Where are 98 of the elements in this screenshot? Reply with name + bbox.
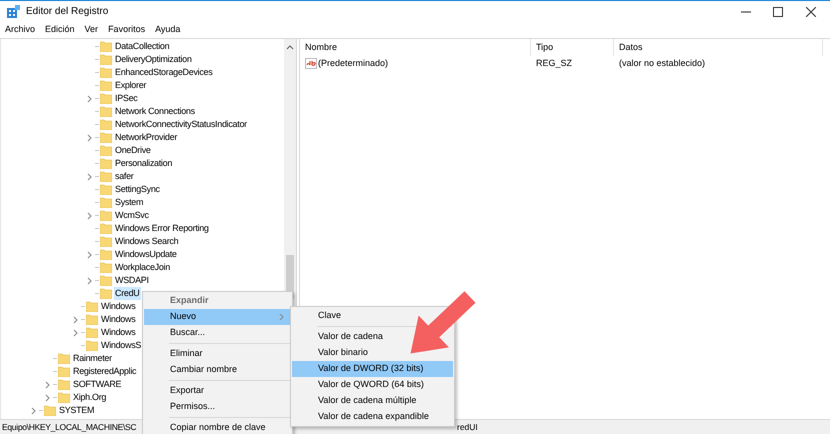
chevron-icon[interactable] — [87, 172, 93, 180]
tree-item[interactable]: Xiph.Org — [72, 391, 108, 404]
tree-item[interactable]: Windows — [100, 300, 136, 313]
tree-item[interactable]: SOFTWARE — [72, 378, 122, 391]
status-path: Equipo\HKEY_LOCAL_MACHINE\SC — [2, 420, 136, 434]
folder-icon — [86, 314, 98, 325]
menu-item[interactable]: Cambiar nombre — [144, 362, 291, 378]
tree-item[interactable]: Windows — [100, 326, 136, 339]
chevron-icon[interactable] — [87, 212, 93, 220]
menu-item[interactable]: Valor de cadena múltiple — [292, 393, 453, 409]
folder-icon — [44, 405, 56, 416]
folder-icon — [86, 327, 98, 338]
tree-item[interactable]: DeliveryOptimization — [114, 53, 193, 66]
tree-item[interactable]: Windows Error Reporting — [114, 222, 210, 235]
folder-icon — [58, 366, 70, 377]
column-header[interactable]: Nombre — [300, 39, 531, 56]
folder-icon — [100, 145, 112, 156]
close-icon — [806, 6, 816, 16]
folder-icon — [86, 301, 98, 312]
folder-icon — [100, 249, 112, 260]
menu-item[interactable]: Valor de QWORD (64 bits) — [292, 377, 453, 393]
tree-item[interactable]: WindowsS — [100, 339, 142, 352]
folder-icon — [100, 236, 112, 247]
tree-item[interactable]: Explorer — [114, 79, 148, 92]
menu-item[interactable]: Copiar nombre de clave — [144, 420, 291, 434]
folder-icon — [100, 54, 112, 65]
tree-item[interactable]: IPSec — [114, 92, 139, 105]
menu-item[interactable]: Permisos... — [144, 399, 291, 415]
table-cell: (valor no establecido) — [619, 58, 706, 68]
menu-bar-item[interactable]: Favoritos — [106, 23, 148, 37]
tree-item[interactable]: WSDAPI — [114, 274, 150, 287]
column-header[interactable]: Datos — [614, 39, 823, 56]
folder-icon — [100, 158, 112, 169]
tree-item[interactable]: EnhancedStorageDevices — [114, 66, 214, 79]
tree-item[interactable]: System — [114, 196, 144, 209]
menu-item[interactable]: Valor de cadena — [292, 329, 453, 345]
folder-icon — [100, 106, 112, 117]
menu-item[interactable]: Valor de cadena expandible — [292, 409, 453, 425]
string-value-icon — [305, 58, 317, 69]
tree-item[interactable]: WorkplaceJoin — [114, 261, 171, 274]
tree-item[interactable]: Network Connections — [114, 105, 196, 118]
menu-item[interactable]: Nuevo — [144, 309, 291, 325]
folder-icon — [100, 171, 112, 182]
menu-item[interactable]: Eliminar — [144, 346, 291, 362]
tree-item[interactable]: SettingSync — [114, 183, 161, 196]
tree-item[interactable]: Windows Search — [114, 235, 180, 248]
pointer-arrow — [409, 290, 477, 355]
folder-icon — [100, 288, 112, 299]
tree-item[interactable]: SYSTEM — [58, 404, 96, 417]
folder-icon — [58, 392, 70, 403]
menu-bar-item[interactable]: Archivo — [3, 23, 38, 37]
table-cell: REG_SZ — [536, 58, 572, 68]
window-title: Editor del Registro — [26, 5, 108, 19]
menu-bar-item[interactable]: Edición — [43, 23, 77, 37]
tree-item[interactable]: safer — [114, 170, 135, 183]
status-path: redUI — [457, 420, 478, 434]
chevron-icon[interactable] — [279, 313, 285, 321]
menu-item[interactable]: Valor de DWORD (32 bits) — [292, 361, 453, 377]
folder-icon — [100, 41, 112, 52]
folder-icon — [100, 210, 112, 221]
menu-item[interactable]: Buscar... — [144, 325, 291, 341]
chevron-icon[interactable] — [87, 250, 93, 258]
tree-item[interactable]: RegisteredApplic — [72, 365, 138, 378]
menu-bar-item[interactable]: Ayuda — [153, 23, 182, 37]
chevron-icon[interactable] — [87, 94, 93, 102]
folder-icon — [100, 80, 112, 91]
scroll-up-icon[interactable] — [286, 44, 294, 50]
chevron-icon[interactable] — [87, 134, 93, 142]
maximize-icon — [773, 6, 783, 16]
tree-item[interactable]: Rainmeter — [72, 352, 113, 365]
menu-item[interactable]: Exportar — [144, 383, 291, 399]
column-header[interactable]: Tipo — [531, 39, 614, 56]
tree-item[interactable]: WindowsUpdate — [114, 248, 178, 261]
tree-item[interactable]: NetworkProvider — [114, 131, 178, 144]
folder-icon — [100, 119, 112, 130]
folder-icon — [100, 262, 112, 273]
folder-icon — [100, 275, 112, 286]
tree-item[interactable]: OneDrive — [114, 144, 152, 157]
tree-item[interactable]: WcmSvc — [114, 209, 150, 222]
menu-bar-item[interactable]: Ver — [82, 23, 100, 37]
table-cell-text: (Predeterminado) — [318, 56, 388, 70]
tree-item[interactable]: DataCollection — [114, 40, 170, 53]
folder-icon — [58, 379, 70, 390]
folder-icon — [100, 132, 112, 143]
folder-icon — [100, 184, 112, 195]
folder-icon — [86, 340, 98, 351]
tree-item[interactable]: Personalization — [114, 157, 174, 170]
folder-icon — [100, 67, 112, 78]
tree-item[interactable]: CredU — [114, 287, 141, 300]
menu-item[interactable]: Valor binario — [292, 345, 453, 361]
chevron-icon[interactable] — [87, 276, 93, 284]
tree-item[interactable]: NetworkConnectivityStatusIndicator — [114, 118, 248, 131]
app-icon — [6, 4, 20, 18]
tree-item[interactable]: Windows — [100, 313, 136, 326]
folder-icon — [100, 223, 112, 234]
folder-icon — [58, 353, 70, 364]
folder-icon — [100, 197, 112, 208]
folder-icon — [100, 93, 112, 104]
